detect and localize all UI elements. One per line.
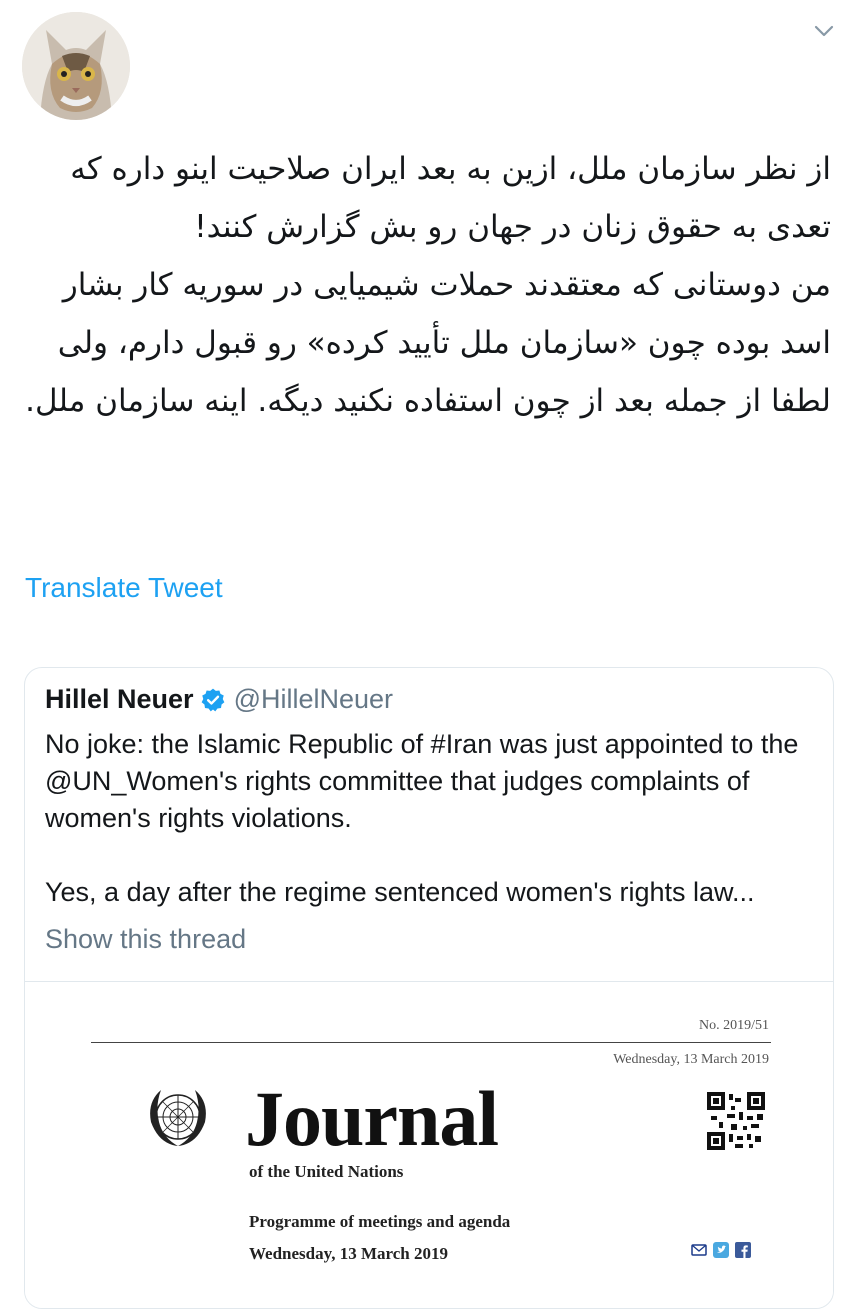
chevron-down-icon[interactable]	[813, 22, 835, 40]
document-subtitle: of the United Nations	[249, 1162, 404, 1181]
un-emblem	[150, 1090, 206, 1146]
quoted-tweet-header: Hillel Neuer @HillelNeuer	[45, 684, 393, 715]
quoted-author-handle[interactable]: @HillelNeuer	[234, 684, 393, 715]
document-programme: Programme of meetings and agenda	[249, 1212, 511, 1231]
quoted-author-name[interactable]: Hillel Neuer	[45, 684, 194, 715]
document-title: Journal	[245, 1075, 499, 1162]
translate-tweet-link[interactable]: Translate Tweet	[25, 572, 223, 604]
verified-badge-icon	[201, 688, 224, 711]
twitter-icon	[713, 1242, 729, 1258]
document-rule	[91, 1042, 771, 1043]
document-share-icons	[691, 1242, 751, 1258]
attached-document-image[interactable]: No. 2019/51 Wednesday, 13 March 2019 Jou…	[25, 982, 833, 1308]
show-thread-link[interactable]: Show this thread	[45, 924, 246, 955]
mail-icon	[691, 1244, 707, 1256]
avatar[interactable]	[22, 12, 130, 120]
tweet-text: از نظر سازمان ملل، ازین به بعد ایران صلا…	[25, 151, 831, 419]
facebook-icon	[735, 1242, 751, 1258]
document-date-top: Wednesday, 13 March 2019	[613, 1052, 769, 1067]
quoted-tweet[interactable]: Hillel Neuer @HillelNeuer No joke: the I…	[24, 667, 834, 1309]
document-date-bottom: Wednesday, 13 March 2019	[249, 1244, 448, 1263]
cat-avatar-image	[22, 12, 130, 120]
quoted-text-paragraph-1: No joke: the Islamic Republic of #Iran w…	[45, 729, 799, 833]
quoted-text-paragraph-2: Yes, a day after the regime sentenced wo…	[45, 877, 755, 907]
document-number: No. 2019/51	[699, 1018, 769, 1033]
quoted-tweet-text: No joke: the Islamic Republic of #Iran w…	[45, 726, 825, 911]
qr-code	[707, 1092, 765, 1150]
